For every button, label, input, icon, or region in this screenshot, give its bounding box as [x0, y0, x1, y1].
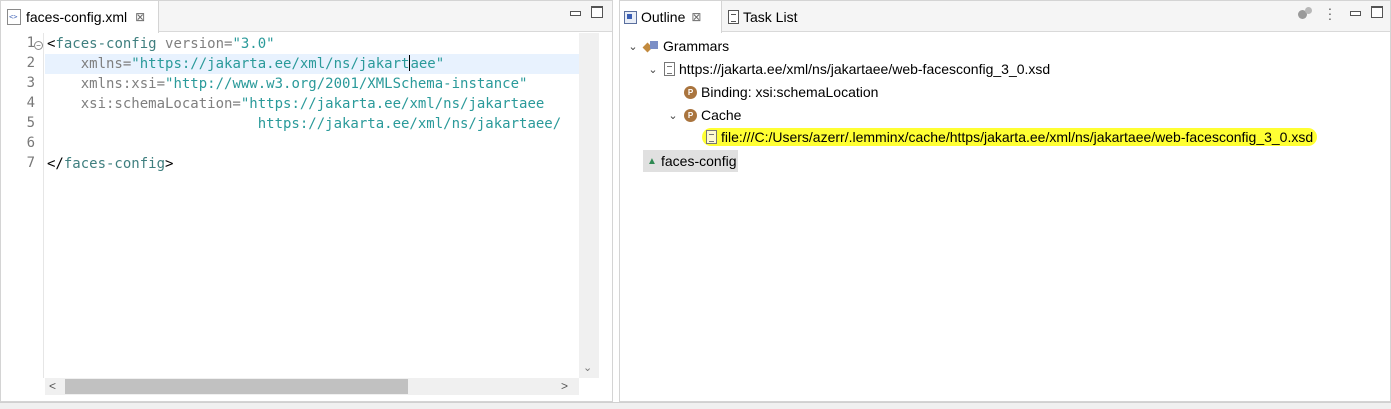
attribute-value: https://jakarta.ee/xml/ns/jakartaee/	[257, 116, 562, 132]
tree-node-cache[interactable]: ⌄ P Cache	[666, 104, 741, 126]
scroll-down-icon[interactable]: ⌄	[583, 361, 592, 374]
code-line-7: </faces-config>	[47, 154, 173, 174]
code-line-2: xmlns="https://jakarta.ee/xml/ns/jakarta…	[47, 54, 444, 74]
code-line-4: xsi:schemaLocation="https://jakarta.ee/x…	[47, 94, 545, 114]
ide-window: faces-config.xml ⊠ 1 2 3 4 5 6 7 − <face…	[0, 0, 1391, 409]
line-number: 4	[26, 95, 35, 111]
view-menu-icon[interactable]: · · ·	[1327, 1, 1333, 25]
minimize-icon[interactable]	[1349, 6, 1361, 18]
horizontal-scroll-thumb[interactable]	[65, 379, 408, 394]
line-number: 2	[26, 55, 35, 71]
tree-node-label: https://jakarta.ee/xml/ns/jakartaee/web-…	[679, 61, 1051, 77]
tree-node-schema[interactable]: ⌄ https://jakarta.ee/xml/ns/jakartaee/we…	[646, 58, 1050, 80]
tree-node-label: faces-config	[661, 153, 737, 169]
status-bar	[0, 402, 1391, 409]
tab-outline-close-icon[interactable]: ⊠	[691, 10, 701, 24]
line-number: 3	[26, 75, 35, 91]
tree-node-grammars[interactable]: ⌄ Grammars	[626, 35, 729, 57]
schema-file-icon	[664, 62, 675, 76]
line-number: 7	[26, 155, 35, 171]
outline-icon	[624, 10, 637, 24]
vertical-scrollbar[interactable]: ⌄	[579, 33, 599, 378]
tag-name: faces-config	[55, 36, 157, 52]
attribute-name: xmlns:xsi=	[80, 76, 166, 92]
editor-tabbar: faces-config.xml ⊠	[1, 1, 612, 33]
editor-window-controls	[569, 6, 603, 18]
chevron-down-icon[interactable]: ⌄	[626, 40, 640, 53]
line-number: 1	[26, 35, 35, 51]
tree-node-label: Cache	[701, 107, 742, 123]
horizontal-scrollbar[interactable]: < >	[45, 378, 579, 395]
tag-name: faces-config	[63, 156, 166, 172]
tree-node-binding[interactable]: P Binding: xsi:schemaLocation	[680, 81, 878, 103]
outline-window-controls	[1349, 6, 1383, 18]
tag-bracket: >	[165, 156, 174, 172]
tab-task-list-label: Task List	[743, 9, 798, 25]
scroll-right-icon[interactable]: >	[561, 379, 568, 393]
chevron-down-icon[interactable]: ⌄	[646, 63, 660, 76]
tab-outline-label: Outline	[641, 9, 686, 25]
line-number: 6	[26, 135, 35, 151]
outline-tabbar: Outline ⊠ Task List · · ·	[620, 1, 1390, 33]
editor-tab-faces-config[interactable]: faces-config.xml ⊠	[1, 1, 159, 33]
code-line-3: xmlns:xsi="http://www.w3.org/2001/XMLSch…	[47, 74, 528, 94]
attribute-value: "3.0"	[232, 36, 275, 52]
line-number: 5	[26, 115, 35, 131]
tree-node-label: Binding: xsi:schemaLocation	[701, 84, 879, 100]
editor-pane: faces-config.xml ⊠ 1 2 3 4 5 6 7 − <face…	[0, 0, 613, 402]
attribute-value: aee"	[410, 56, 445, 72]
view-settings-icon[interactable]	[1298, 7, 1314, 21]
minimize-icon[interactable]	[569, 6, 581, 18]
property-icon: P	[684, 108, 697, 122]
scroll-left-icon[interactable]: <	[49, 379, 56, 393]
tab-outline[interactable]: Outline ⊠	[620, 1, 722, 33]
maximize-icon[interactable]	[591, 6, 603, 18]
attribute-value: "http://www.w3.org/2001/XMLSchema-instan…	[165, 76, 528, 92]
tree-node-faces-config[interactable]: ▲ faces-config	[643, 150, 739, 172]
tree-node-label: Grammars	[663, 38, 730, 54]
editor-tab-label: faces-config.xml	[26, 9, 128, 25]
tab-task-list[interactable]: Task List	[724, 1, 834, 33]
outline-pane: Outline ⊠ Task List · · · ⌄ Grammars ⌄ h…	[619, 0, 1391, 402]
code-line-5: https://jakarta.ee/xml/ns/jakartaee/	[47, 114, 561, 134]
cache-file-highlight: file:///C:/Users/azerr/.lemminx/cache/ht…	[702, 128, 1318, 146]
element-icon: ▲	[647, 155, 657, 167]
code-editor[interactable]: <faces-config version="3.0" xmlns="https…	[45, 33, 579, 378]
tree-node-cache-file[interactable]: file:///C:/Users/azerr/.lemminx/cache/ht…	[700, 126, 1318, 148]
tree-node-label: file:///C:/Users/azerr/.lemminx/cache/ht…	[721, 129, 1314, 145]
attribute-name: xmlns=	[80, 56, 132, 72]
line-number-gutter: 1 2 3 4 5 6 7	[1, 33, 44, 378]
property-icon: P	[684, 85, 697, 99]
fold-toggle-icon[interactable]: −	[34, 41, 43, 50]
code-line-1: <faces-config version="3.0"	[47, 34, 275, 54]
task-list-icon	[728, 10, 739, 24]
attribute-name: xsi:schemaLocation=	[80, 96, 241, 112]
maximize-icon[interactable]	[1371, 6, 1383, 18]
attribute-value: "https://jakarta.ee/xml/ns/jakart	[131, 56, 410, 72]
xml-file-icon	[7, 9, 21, 25]
tag-bracket: </	[47, 156, 64, 172]
attribute-value: "https://jakarta.ee/xml/ns/jakartaee	[240, 96, 545, 112]
grammars-icon	[644, 39, 659, 53]
attribute-name: version=	[156, 36, 233, 52]
cached-file-icon	[706, 130, 717, 144]
editor-tab-close-icon[interactable]: ⊠	[135, 10, 145, 24]
chevron-down-icon[interactable]: ⌄	[666, 109, 680, 122]
